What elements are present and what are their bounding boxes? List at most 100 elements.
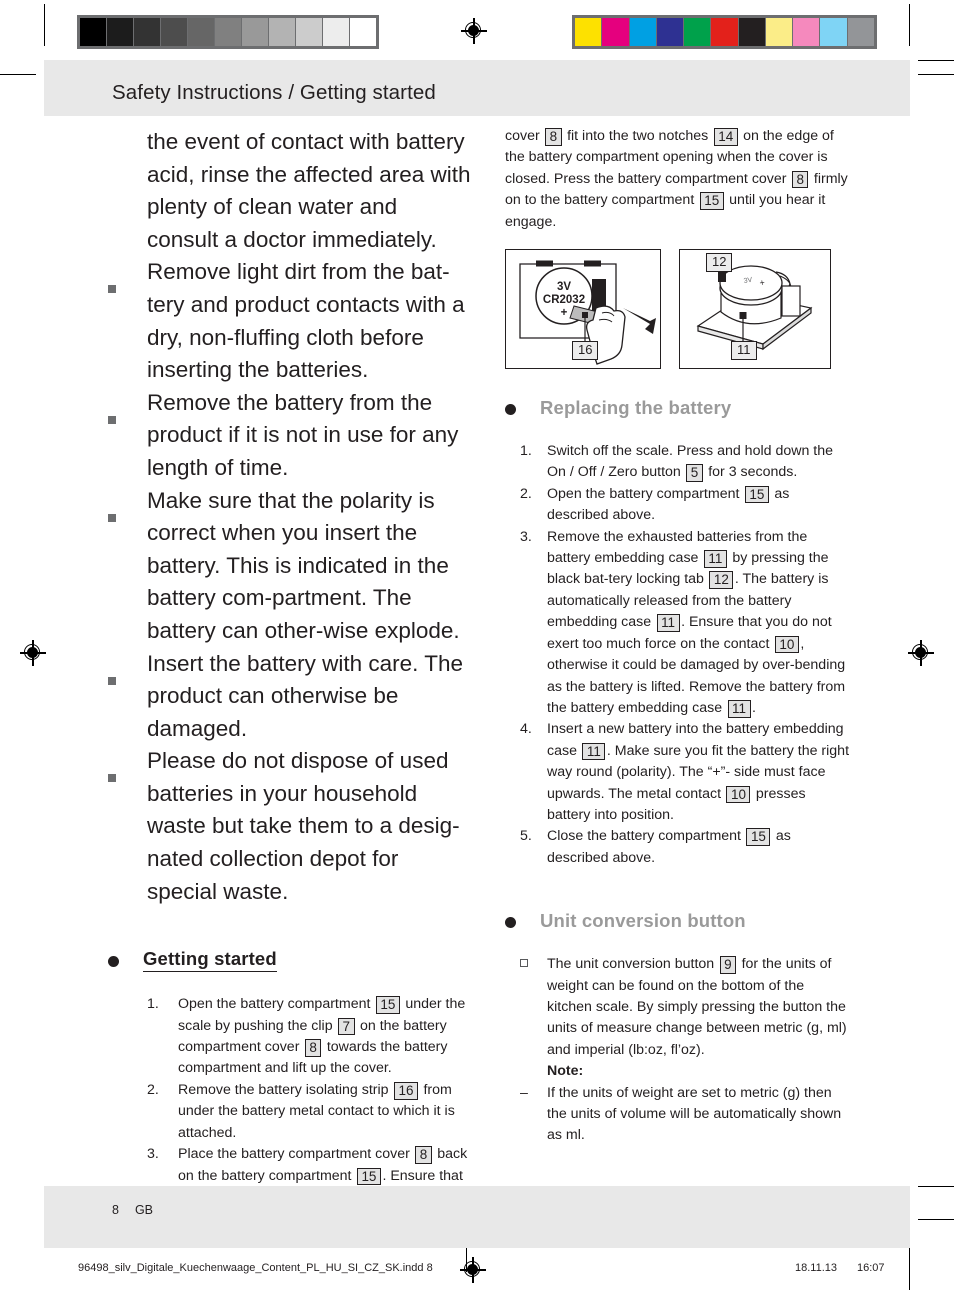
reference-number-7: 7 bbox=[338, 1017, 355, 1036]
safety-bullet-list: Remove light dirt from the bat-tery and … bbox=[108, 256, 474, 908]
reference-number-8: 8 bbox=[545, 128, 562, 146]
grayscale-swatch bbox=[107, 18, 133, 46]
replacing-battery-step-item: 5. Close the battery compartment 15 as de… bbox=[520, 826, 850, 869]
grayscale-swatch bbox=[269, 18, 295, 46]
safety-bullet-text: Insert the battery with care. The produc… bbox=[147, 650, 463, 741]
step-number: 2. bbox=[520, 485, 532, 502]
square-bullet-icon bbox=[108, 256, 147, 303]
replacing-battery-step-list: 1. Switch off the scale. Press and hold d… bbox=[505, 441, 850, 869]
reference-number-9: 9 bbox=[719, 956, 737, 974]
step-number: 3. bbox=[520, 528, 532, 545]
unit-conversion-note-item: – If the units of weight are set to metri… bbox=[520, 1083, 850, 1147]
section-heading-getting-started: Getting started bbox=[108, 948, 474, 973]
section-heading-label: Unit conversion button bbox=[540, 909, 746, 931]
crop-mark-bottom-right-horizontal-b bbox=[918, 1219, 954, 1221]
color-swatch bbox=[793, 18, 820, 46]
replacing-battery-step-item: 2. Open the battery compartment 15 as des… bbox=[520, 484, 850, 527]
reference-number-11: 11 bbox=[582, 742, 606, 761]
color-calibration-bar bbox=[572, 15, 877, 49]
figure-a-polarity-label: + bbox=[561, 307, 568, 319]
safety-bullet-item: Remove the battery from the product if i… bbox=[108, 387, 474, 485]
color-swatch bbox=[847, 18, 874, 46]
safety-bullet-item: Make sure that the polarity is correct w… bbox=[108, 485, 474, 648]
figure-a-voltage-label: 3V bbox=[557, 281, 571, 293]
reference-number-10: 10 bbox=[774, 635, 799, 654]
heading-bullet-icon bbox=[108, 949, 143, 972]
continued-paragraph-left: the event of contact with battery acid, … bbox=[147, 129, 471, 252]
imprint-date: 18.11.13 bbox=[795, 1262, 838, 1274]
grayscale-swatch bbox=[242, 18, 268, 46]
replacing-battery-step-item: 3. Remove the exhausted batteries from th… bbox=[520, 527, 850, 720]
crop-mark-top-right-horizontal bbox=[918, 60, 954, 62]
grayscale-swatch bbox=[296, 18, 322, 46]
page-footer-band bbox=[44, 1186, 910, 1248]
grayscale-calibration-bar bbox=[77, 15, 379, 49]
reference-number-8: 8 bbox=[304, 1039, 322, 1057]
unit-conversion-item: The unit conversion button 9 for the uni… bbox=[520, 954, 850, 1082]
left-text-column: the event of contact with battery acid, … bbox=[108, 126, 474, 1230]
heading-bullet-icon bbox=[505, 909, 540, 932]
grayscale-swatch bbox=[161, 18, 187, 46]
language-code: GB bbox=[134, 1203, 154, 1217]
step-number: 5. bbox=[520, 828, 532, 845]
folio: 8 GB bbox=[112, 1203, 153, 1217]
getting-started-step-item: 2. Remove the battery isolating strip 16 … bbox=[147, 1080, 474, 1144]
svg-text:3V: 3V bbox=[743, 277, 753, 285]
note-label: Note: bbox=[547, 1063, 584, 1080]
figure-b-callout-11: 11 bbox=[731, 341, 757, 360]
section-heading-label: Getting started bbox=[143, 948, 277, 973]
replacing-battery-step-text: Close the battery compartment 15 as desc… bbox=[547, 828, 791, 866]
reference-number-5: 5 bbox=[686, 464, 703, 483]
section-heading-label: Replacing the battery bbox=[540, 396, 732, 418]
reference-number-16: 16 bbox=[394, 1081, 418, 1100]
square-bullet-icon bbox=[108, 745, 147, 792]
reference-number-11: 11 bbox=[703, 550, 727, 568]
color-swatch bbox=[738, 18, 765, 46]
step-number: 4. bbox=[520, 721, 532, 738]
getting-started-step-text: Remove the battery isolating strip 16 fr… bbox=[178, 1081, 455, 1141]
safety-bullet-text: Please do not dispose of used batteries … bbox=[147, 748, 460, 904]
step-number: 1. bbox=[147, 996, 159, 1013]
heading-bullet-icon bbox=[505, 396, 540, 419]
reference-number-15: 15 bbox=[356, 1167, 381, 1186]
figure-b-callout-12: 12 bbox=[706, 253, 733, 272]
reference-number-8: 8 bbox=[791, 170, 809, 189]
color-swatch bbox=[656, 18, 684, 46]
reference-number-15: 15 bbox=[699, 192, 724, 210]
square-bullet-icon bbox=[108, 485, 147, 532]
page-number: 8 bbox=[112, 1203, 119, 1217]
crop-mark-bottom-right-horizontal-a bbox=[918, 1186, 954, 1188]
safety-bullet-item: Insert the battery with care. The produc… bbox=[108, 648, 474, 746]
replacing-battery-step-item: 1. Switch off the scale. Press and hold d… bbox=[520, 441, 850, 484]
grayscale-swatch bbox=[323, 18, 349, 46]
replacing-battery-step-text: Open the battery compartment 15 as descr… bbox=[547, 485, 790, 524]
replacing-battery-step-item: 4. Insert a new battery into the battery … bbox=[520, 719, 850, 826]
safety-bullet-item: Remove light dirt from the bat-tery and … bbox=[108, 256, 474, 386]
section-heading-replacing-battery: Replacing the battery bbox=[505, 396, 850, 419]
crop-mark-top-right-vertical bbox=[909, 4, 911, 46]
replacing-battery-step-text: Remove the exhausted batteries from the … bbox=[547, 528, 846, 718]
safety-bullet-item: Please do not dispose of used batteries … bbox=[108, 745, 474, 908]
figure-a-callout-16: 16 bbox=[572, 341, 599, 360]
square-bullet-icon bbox=[108, 648, 147, 695]
reference-number-15: 15 bbox=[744, 485, 769, 504]
replacing-battery-step-text: Switch off the scale. Press and hold dow… bbox=[547, 443, 834, 483]
reference-number-14: 14 bbox=[713, 128, 738, 146]
grayscale-swatch bbox=[134, 18, 160, 46]
right-text-column: cover 8 fit into the two notches 14 on t… bbox=[505, 126, 850, 1147]
figure-row: 3V CR2032 + 16 3V + 12 11 bbox=[505, 249, 850, 370]
step-number: 3. bbox=[147, 1146, 159, 1163]
getting-started-step-text: Open the battery compartment 15 under th… bbox=[178, 996, 466, 1077]
registration-mark-top bbox=[461, 18, 487, 44]
step-number: 2. bbox=[147, 1081, 159, 1098]
color-swatch bbox=[602, 18, 629, 46]
imprint-filename: 96498_silv_Digitale_Kuechenwaage_Content… bbox=[78, 1262, 433, 1274]
crop-mark-top-left-vertical bbox=[44, 4, 46, 46]
reference-number-10: 10 bbox=[726, 785, 751, 804]
color-swatch bbox=[820, 18, 847, 46]
color-swatch bbox=[575, 18, 602, 46]
getting-started-step-item: 1. Open the battery compartment 15 under … bbox=[147, 994, 474, 1080]
grayscale-swatch bbox=[350, 18, 376, 46]
step-number: 1. bbox=[520, 443, 532, 460]
section-heading-unit-conversion: Unit conversion button bbox=[505, 909, 850, 932]
